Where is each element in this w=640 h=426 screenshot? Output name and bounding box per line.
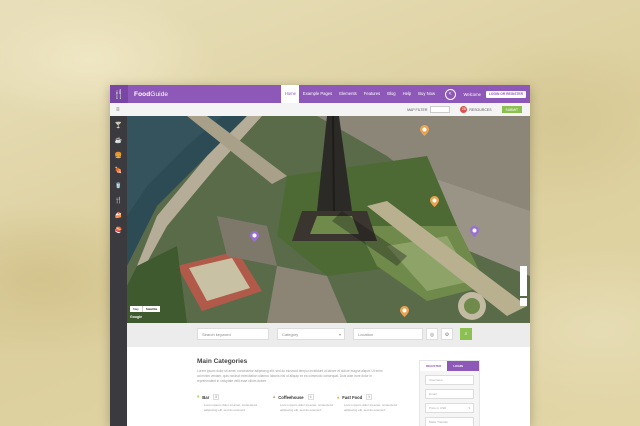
category-select-label: Category [282, 332, 299, 337]
cake-icon[interactable]: 🍰 [114, 212, 123, 221]
chevron-down-icon: ▾ [338, 332, 341, 337]
section-heading: Main Categories [197, 358, 248, 365]
burger-icon[interactable]: 🍔 [114, 152, 123, 161]
map-pin-icon[interactable] [420, 125, 429, 136]
price-select-label: Price in USD [429, 406, 447, 410]
search-bar: Search keyword Category ▾ Location ◎ ⚙ ⌕ [127, 323, 530, 347]
cocktail-icon: ▾ [197, 394, 200, 399]
map-pin-icon[interactable] [470, 226, 479, 237]
satellite-map [127, 116, 530, 323]
username-field[interactable]: Username [425, 375, 474, 385]
welcome-text: Welcome [463, 91, 481, 97]
submit-button[interactable]: SUBMIT [501, 106, 522, 113]
chevron-down-icon: ▾ [468, 406, 470, 410]
tab-register[interactable]: REGISTER [420, 361, 448, 371]
logo-icon[interactable]: 🍴 [110, 85, 128, 103]
email-field[interactable]: Email [425, 389, 474, 399]
burger-icon: ♦ [337, 394, 340, 400]
brand-name[interactable]: FoodGuide [134, 91, 168, 98]
cutlery-icon[interactable]: 🍴 [114, 197, 123, 206]
resources-count-badge: 26 [460, 106, 468, 113]
map-type-toggle: Map Satellite [130, 306, 161, 312]
login-register-button[interactable]: LOGIN OR REGISTER [485, 90, 526, 98]
map-pin-icon[interactable] [250, 231, 259, 242]
map-view[interactable]: Map Satellite Google [127, 116, 530, 323]
nav-buy-now[interactable]: Buy Now [415, 85, 439, 103]
map-filter-input[interactable] [430, 106, 451, 113]
category-item[interactable]: ▴ Coffeehouse 6 Lorem ipsum dolor sit amet… [273, 394, 343, 412]
main-menu: Home Example Pages Elements Features Blo… [281, 85, 526, 103]
top-navbar: 🍴 FoodGuide Home Example Pages Elements … [110, 85, 530, 103]
price-select[interactable]: Price in USD ▾ [425, 403, 474, 413]
drink-icon[interactable]: 🥤 [114, 182, 123, 191]
category-description: Lorem ipsum dolor sit amet, consectetur … [280, 403, 334, 412]
coffee-icon: ▴ [273, 394, 276, 399]
map-toggle-button[interactable]: Map [130, 306, 142, 312]
brand-bold: Food [134, 90, 151, 98]
search-button[interactable]: ⌕ [460, 328, 472, 340]
auth-tabs: REGISTER LOGIN [420, 361, 479, 371]
category-count: 6 [307, 394, 314, 400]
tab-login[interactable]: LOGIN [447, 361, 469, 371]
section-description: Lorem ipsum dolor sit amet, consectetur … [197, 369, 383, 383]
category-count: 8 [213, 394, 220, 400]
brand-light: Guide [150, 90, 169, 98]
nav-example-pages[interactable]: Example Pages [299, 85, 335, 103]
app-window: 🍴 FoodGuide Home Example Pages Elements … [110, 85, 530, 426]
location-input[interactable]: Location [353, 328, 423, 340]
filter-icon[interactable]: ⚙ [441, 328, 453, 340]
category-name: Coffeehouse [278, 394, 304, 400]
map-filter: MAP FILTER 26 RESOURCES SUBMIT [407, 106, 530, 113]
coffee-icon[interactable]: ☕ [114, 137, 123, 146]
nav-help[interactable]: Help [399, 85, 415, 103]
sushi-icon[interactable]: 🍣 [114, 227, 123, 236]
keyword-search-input[interactable]: Search keyword [197, 328, 269, 340]
map-pin-icon[interactable] [430, 196, 439, 207]
main-content: Main Categories Lorem ipsum dolor sit am… [127, 347, 530, 426]
resources-label[interactable]: RESOURCES [469, 108, 491, 112]
transfer-field[interactable]: Make Transfer [425, 417, 474, 426]
nav-home[interactable]: Home [281, 85, 300, 103]
google-logo: Google [130, 315, 143, 319]
category-item[interactable]: ♦ Fast Food 5 Lorem ipsum dolor sit amet, … [337, 394, 407, 412]
locate-icon[interactable]: ◎ [426, 328, 438, 340]
nav-blog[interactable]: Blog [384, 85, 399, 103]
category-name: Fast Food [342, 394, 363, 400]
category-item[interactable]: ▾ Bar 8 Lorem ipsum dolor sit amet, consec… [197, 394, 267, 412]
nav-features[interactable]: Features [360, 85, 384, 103]
category-name: Bar [202, 394, 210, 400]
hamburger-menu-icon[interactable]: ≡ [116, 107, 122, 113]
cocktail-icon[interactable]: 🍸 [114, 122, 123, 131]
category-description: Lorem ipsum dolor sit amet, consectetur … [204, 403, 258, 412]
login-register-panel: REGISTER LOGIN Username Email Price in U… [419, 360, 480, 426]
satellite-toggle-button[interactable]: Satellite [141, 306, 161, 312]
category-select[interactable]: Category ▾ [277, 328, 345, 340]
nav-elements[interactable]: Elements [336, 85, 360, 103]
meat-icon[interactable]: 🍖 [114, 167, 123, 176]
map-filter-label: MAP FILTER [407, 107, 428, 112]
category-description: Lorem ipsum dolor sit amet, consectetur … [344, 403, 398, 412]
toolbar: ≡ MAP FILTER 26 RESOURCES SUBMIT [110, 103, 530, 117]
map-pin-icon[interactable] [400, 306, 409, 317]
share-icon[interactable]: < [444, 88, 456, 100]
category-count: 5 [366, 394, 373, 400]
category-sidebar: 🍸 ☕ 🍔 🍖 🥤 🍴 🍰 🍣 [110, 116, 127, 426]
